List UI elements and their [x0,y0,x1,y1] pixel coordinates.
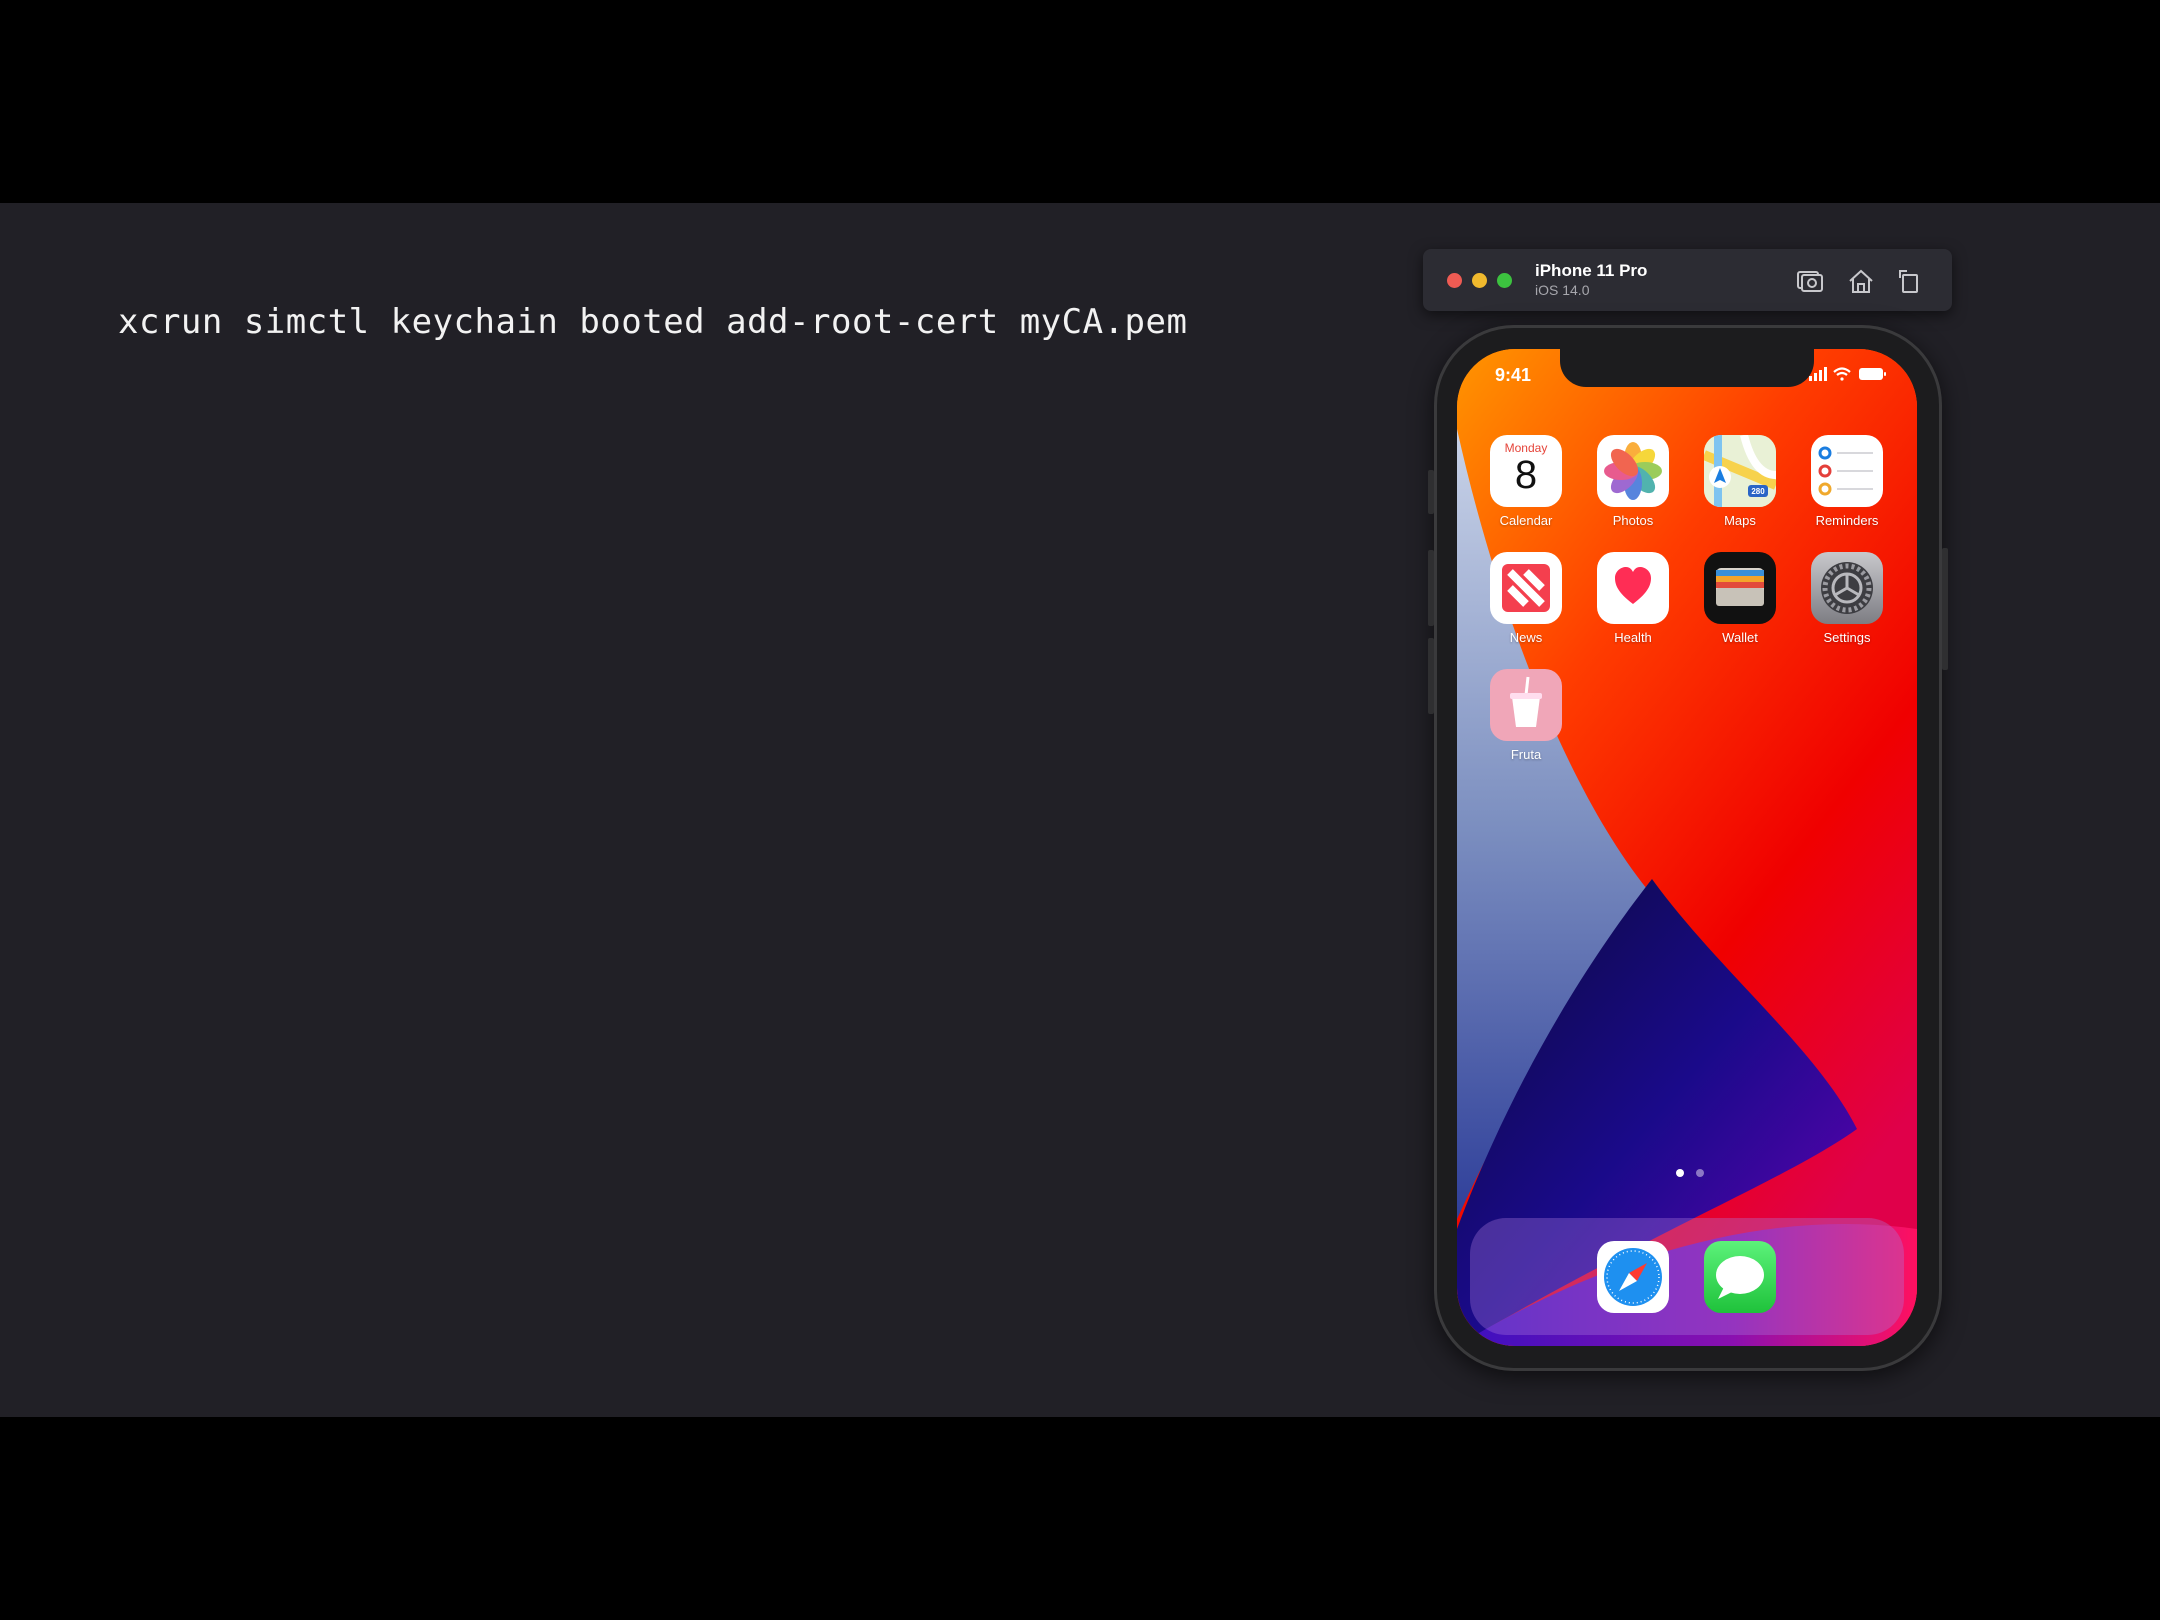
app-maps[interactable]: 280 Maps [1695,435,1785,528]
app-label: Reminders [1815,513,1879,528]
os-version: iOS 14.0 [1535,282,1590,298]
volume-down-button [1428,638,1434,714]
battery-icon [1859,368,1886,380]
app-label: Maps [1724,513,1756,528]
page-dot-active [1676,1169,1684,1177]
page-indicator[interactable] [1676,1169,1706,1179]
home-icon [1849,269,1873,293]
app-reminders[interactable]: Reminders [1802,435,1892,528]
notch [1560,349,1814,387]
terminal-command: xcrun simctl keychain booted add-root-ce… [118,302,1188,342]
app-health[interactable]: Health [1588,552,1678,645]
device-name: iPhone 11 Pro [1535,261,1648,280]
dock [1470,1218,1904,1335]
app-label: News [1509,630,1543,645]
app-wallet[interactable]: Wallet [1695,552,1785,645]
side-button [1942,548,1948,670]
rotate-icon [1899,270,1918,293]
calendar-day-number: 8 [1514,453,1538,497]
wallet-icon [1704,552,1776,624]
status-icons [1809,367,1886,381]
status-time: 9:41 [1495,365,1532,385]
app-label: Settings [1823,630,1871,645]
calendar-icon: Monday 8 [1490,435,1562,507]
settings-icon [1811,552,1883,624]
home-button[interactable] [1846,266,1876,296]
screenshot-icon [1797,271,1823,292]
maps-icon: 280 [1704,435,1776,507]
messages-icon [1704,1241,1776,1313]
app-settings[interactable]: Settings [1802,552,1892,645]
app-label: Wallet [1722,630,1758,645]
zoom-window-button[interactable] [1497,273,1512,288]
safari-icon [1597,1241,1669,1313]
dock-app-messages[interactable] [1695,1241,1785,1313]
fruta-icon [1490,669,1562,741]
photos-icon [1597,435,1669,507]
home-screen: 9:41 Monday 8 Calendar Photos 280 Maps R… [1457,349,1917,1346]
app-label: Calendar [1499,513,1553,528]
news-icon [1490,552,1562,624]
page-dot [1696,1169,1704,1177]
rotate-button[interactable] [1894,266,1924,296]
minimize-window-button[interactable] [1472,273,1487,288]
dock-app-safari[interactable] [1588,1241,1678,1313]
screenshot-button[interactable] [1795,266,1825,296]
close-window-button[interactable] [1447,273,1462,288]
health-icon [1597,552,1669,624]
app-news[interactable]: News [1481,552,1571,645]
wifi-icon [1833,367,1851,381]
simulator-title-bar: iPhone 11 Pro iOS 14.0 [1423,249,1952,311]
app-label: Fruta [1510,747,1542,762]
maps-badge-text: 280 [1751,487,1765,496]
volume-up-button [1428,550,1434,626]
reminders-icon [1811,435,1883,507]
app-label: Photos [1612,513,1654,528]
app-photos[interactable]: Photos [1588,435,1678,528]
app-label: Health [1614,630,1652,645]
mute-switch [1428,470,1434,514]
app-fruta[interactable]: Fruta [1481,669,1571,762]
cellular-signal-icon [1809,367,1827,381]
app-calendar[interactable]: Monday 8 Calendar [1481,435,1571,528]
